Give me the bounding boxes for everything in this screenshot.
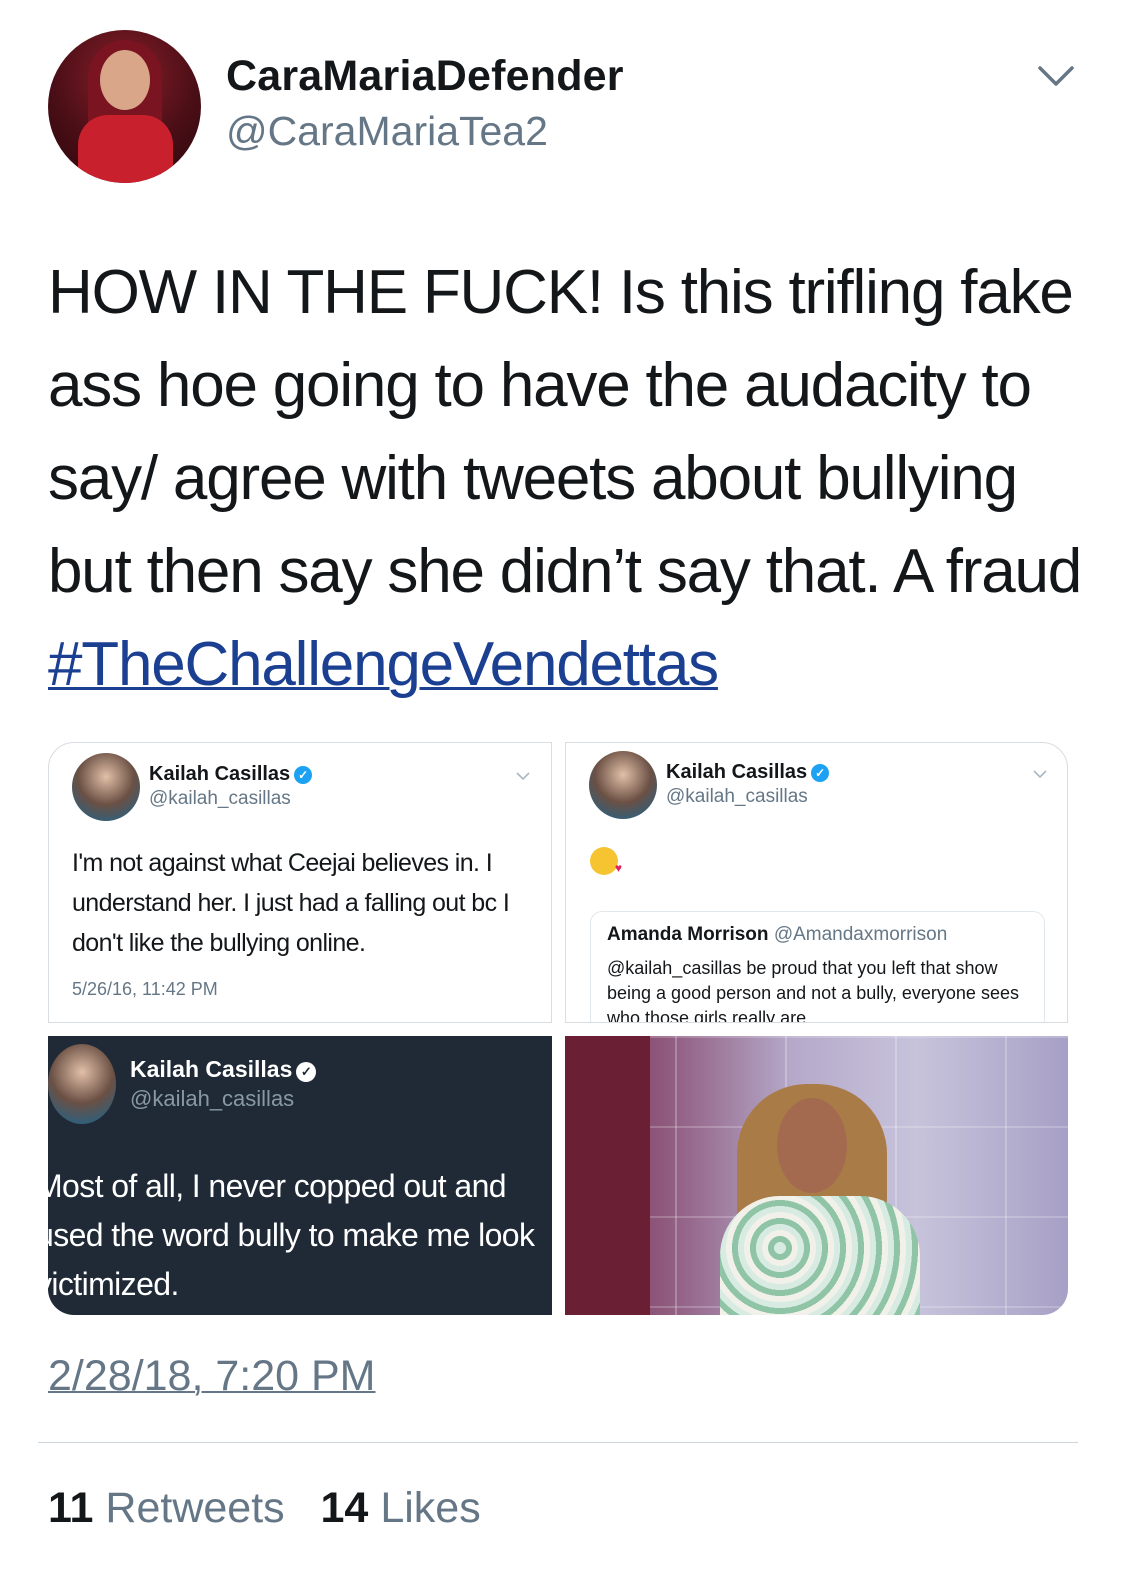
hashtag-link[interactable]: #TheChallengeVendettas bbox=[48, 630, 719, 699]
quote-text: @kailah_casillas be proud that you left … bbox=[607, 958, 1019, 1023]
quoted-author-name: Kailah Casillas ✓ bbox=[149, 763, 313, 786]
quoted-tweet-text: Most of all, I never copped out and used… bbox=[48, 1168, 535, 1302]
likes-count: 14 bbox=[320, 1484, 369, 1532]
chevron-down-icon[interactable] bbox=[1036, 62, 1076, 92]
tweet-body: HOW IN THE FUCK! Is this trifling fake a… bbox=[48, 258, 1082, 606]
retweets-stat[interactable]: 11 Retweets bbox=[48, 1484, 285, 1532]
media-tile-4-photo[interactable] bbox=[565, 1036, 1068, 1315]
avatar-face bbox=[100, 50, 150, 110]
kailah-avatar bbox=[48, 1044, 116, 1124]
media-tile-1[interactable]: Kailah Casillas ✓ @kailah_casillas I'm no… bbox=[48, 742, 552, 1023]
quote-author-handle: @Amandaxmorrison bbox=[773, 924, 948, 945]
likes-stat[interactable]: 14 Likes bbox=[321, 1484, 481, 1532]
engagement-stats: 11 Retweets 14 Likes bbox=[48, 1484, 481, 1533]
quoted-author-name: Kailah Casillas ✓ bbox=[666, 761, 830, 784]
photo-subject-dress bbox=[720, 1196, 920, 1315]
media-grid: Kailah Casillas ✓ @kailah_casillas I'm no… bbox=[48, 742, 1068, 1315]
quoted-author-handle: @kailah_casillas bbox=[130, 1086, 295, 1111]
kailah-avatar bbox=[72, 753, 140, 821]
quoted-tweet-time: 5/26/16, 11:42 PM bbox=[72, 979, 218, 999]
retweets-label: Retweets bbox=[105, 1484, 285, 1532]
quoted-author-name: Kailah Casillas ✓ bbox=[130, 1056, 317, 1083]
author-handle[interactable]: @CaraMariaTea2 bbox=[226, 108, 548, 155]
quoted-author-name-text: Kailah Casillas bbox=[130, 1056, 293, 1082]
chevron-down-icon bbox=[516, 772, 530, 781]
verified-badge-icon: ✓ bbox=[294, 766, 313, 784]
chevron-down-icon bbox=[1033, 770, 1047, 779]
nested-quote-card: Amanda Morrison @Amandaxmorrison @kailah… bbox=[590, 911, 1045, 1023]
avatar-body bbox=[78, 115, 173, 183]
kailah-avatar bbox=[589, 751, 657, 819]
media-tile-3[interactable]: Kailah Casillas ✓ @kailah_casillas Most o… bbox=[48, 1036, 552, 1315]
retweets-count: 11 bbox=[48, 1484, 94, 1532]
quote-author-name: Amanda Morrison bbox=[607, 924, 769, 945]
quote-author: Amanda Morrison @Amandaxmorrison bbox=[607, 924, 947, 946]
likes-label: Likes bbox=[380, 1484, 481, 1532]
verified-badge-icon: ✓ bbox=[296, 1062, 317, 1082]
verified-badge-icon: ✓ bbox=[811, 764, 830, 782]
tweet-timestamp[interactable]: 2/28/18, 7:20 PM bbox=[48, 1352, 376, 1401]
photo-subject-face bbox=[777, 1098, 847, 1193]
tweet-text: HOW IN THE FUCK! Is this trifling fake a… bbox=[48, 246, 1088, 711]
kissing-face-emoji-icon: ♥ bbox=[590, 847, 622, 875]
studio-left-panel bbox=[565, 1036, 650, 1315]
author-avatar[interactable] bbox=[48, 30, 201, 183]
divider bbox=[38, 1442, 1078, 1443]
quoted-author-handle: @kailah_casillas bbox=[149, 788, 291, 809]
author-display-name[interactable]: CaraMariaDefender bbox=[226, 52, 624, 101]
quoted-author-handle: @kailah_casillas bbox=[666, 786, 808, 807]
quoted-author-name-text: Kailah Casillas bbox=[149, 763, 291, 785]
heart-icon: ♥ bbox=[614, 861, 622, 875]
media-tile-2[interactable]: Kailah Casillas ✓ @kailah_casillas ♥ Aman… bbox=[565, 742, 1068, 1023]
quoted-tweet-text: I'm not against what Ceejai believes in.… bbox=[72, 849, 510, 957]
quoted-author-name-text: Kailah Casillas bbox=[666, 761, 808, 783]
